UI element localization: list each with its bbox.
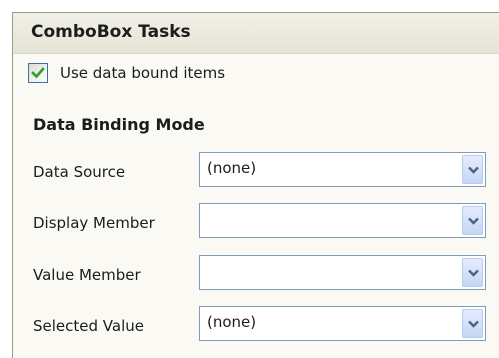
panel-title: ComboBox Tasks	[31, 22, 191, 42]
chevron-down-icon	[468, 166, 479, 174]
value-member-dropdown-button[interactable]	[462, 258, 483, 287]
panel-header: ComboBox Tasks	[13, 13, 499, 54]
combobox-tasks-panel: ComboBox Tasks Use data bound items Data…	[12, 12, 499, 358]
chevron-down-icon	[468, 217, 479, 225]
display-member-combobox[interactable]	[199, 203, 486, 238]
data-source-label: Data Source	[33, 163, 126, 181]
display-member-label: Display Member	[33, 214, 155, 232]
selected-value-combobox[interactable]: (none)	[199, 306, 486, 341]
data-source-dropdown-button[interactable]	[462, 155, 483, 184]
data-source-value: (none)	[207, 159, 257, 177]
value-member-combobox[interactable]	[199, 255, 486, 290]
selected-value-value: (none)	[207, 313, 257, 331]
check-icon	[31, 67, 45, 79]
value-member-label: Value Member	[33, 266, 141, 284]
display-member-dropdown-button[interactable]	[462, 206, 483, 235]
selected-value-label: Selected Value	[33, 317, 144, 335]
chevron-down-icon	[468, 269, 479, 277]
use-data-bound-items-label: Use data bound items	[60, 64, 226, 82]
data-binding-mode-heading: Data Binding Mode	[33, 115, 205, 134]
use-data-bound-items-checkbox[interactable]	[28, 63, 48, 83]
chevron-down-icon	[468, 320, 479, 328]
selected-value-dropdown-button[interactable]	[462, 309, 483, 338]
data-source-combobox[interactable]: (none)	[199, 152, 486, 187]
